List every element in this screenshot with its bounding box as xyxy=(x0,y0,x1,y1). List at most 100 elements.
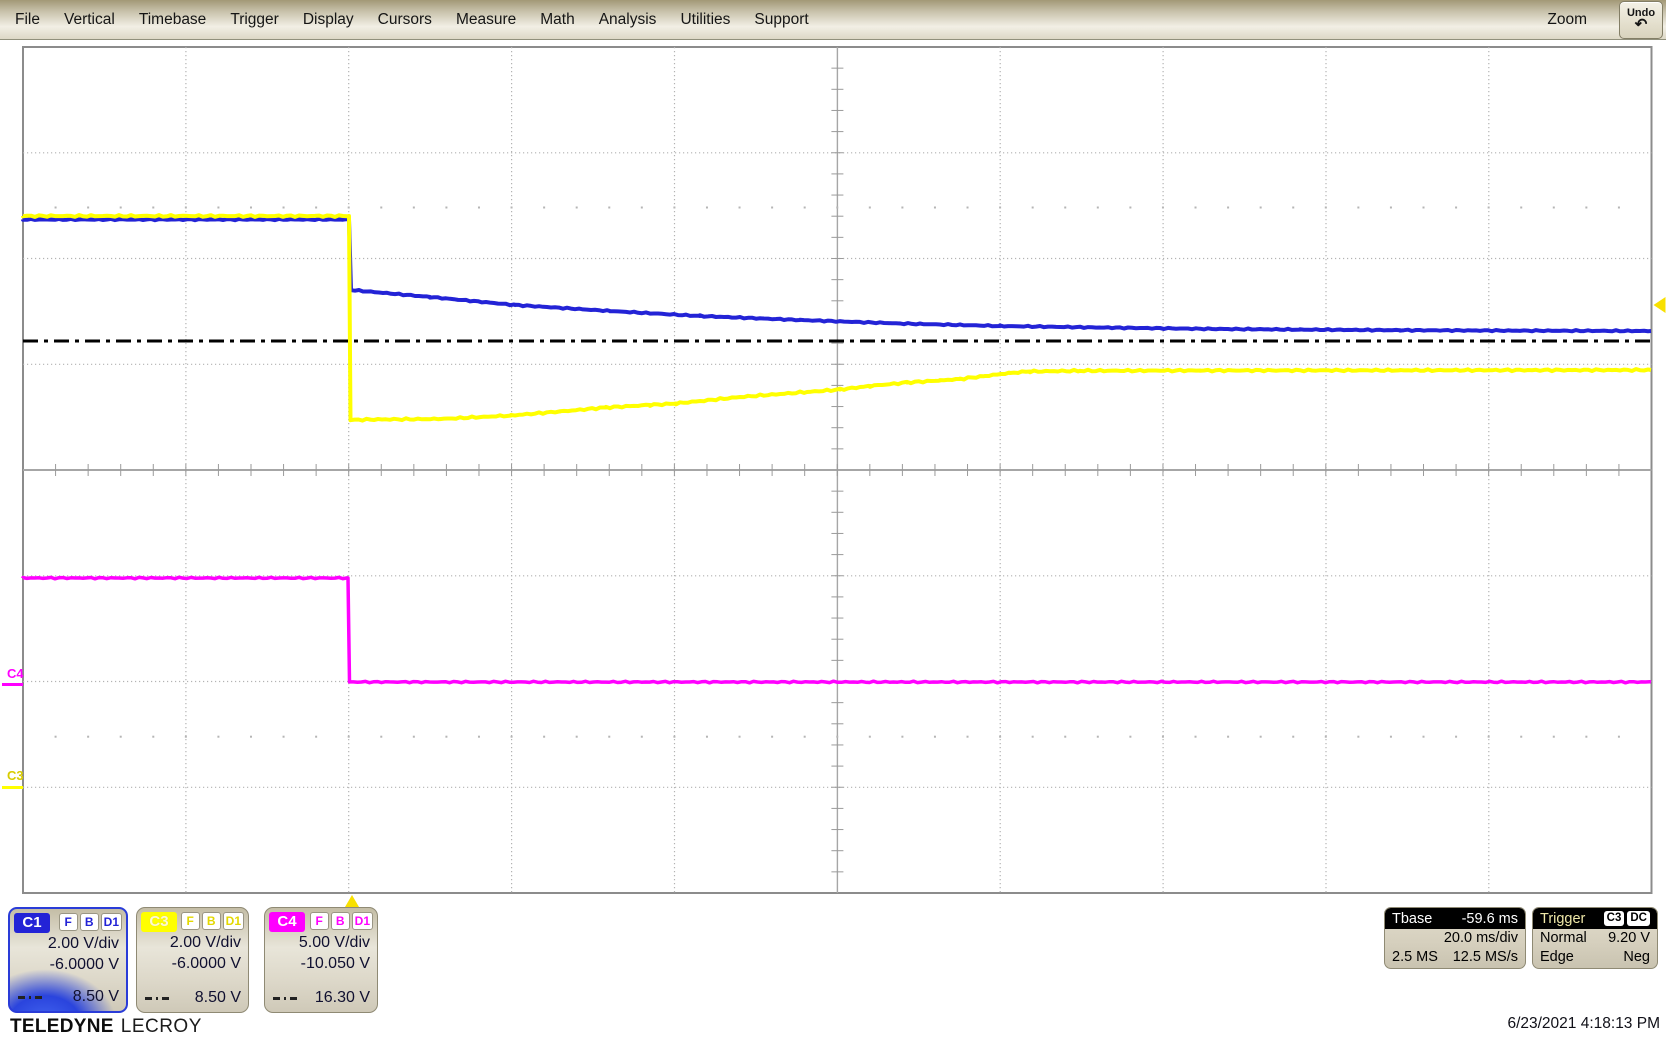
grid-minor-dot xyxy=(348,207,350,209)
c3-badge-f[interactable]: F xyxy=(181,912,200,930)
grid-minor-dot xyxy=(869,736,871,738)
c3-vdiv-value: 2.00 V/div xyxy=(137,932,248,953)
brand-lecroy: LECROY xyxy=(121,1016,202,1037)
grid-minor-dot xyxy=(1260,207,1262,209)
c3-badge-d1[interactable]: D1 xyxy=(223,912,244,930)
c3-cursor-readout: 8.50 V xyxy=(195,989,241,1007)
timebase-sample-rate: 12.5 MS/s xyxy=(1453,948,1518,967)
c4-badge-d1[interactable]: D1 xyxy=(352,912,373,930)
grid-minor-dot xyxy=(1520,736,1522,738)
grid-minor-dot xyxy=(511,736,513,738)
grid-minor-dot xyxy=(934,736,936,738)
grid-minor-dot xyxy=(152,736,154,738)
grid-minor-dot xyxy=(1455,207,1457,209)
c3-offset-value: -6.0000 V xyxy=(137,953,248,974)
grid-minor-dot xyxy=(901,736,903,738)
timestamp: 6/23/2021 4:18:13 PM xyxy=(1507,1015,1660,1033)
grid-minor-dot xyxy=(445,736,447,738)
grid-minor-dot xyxy=(1585,736,1587,738)
teledyne-lecroy-logo: TELEDYNE LECROY xyxy=(10,1016,202,1038)
c4-id-badge[interactable]: C4 xyxy=(269,912,305,932)
timebase-descriptor[interactable]: Tbase -59.6 ms 20.0 ms/div 2.5 MS 12.5 M… xyxy=(1384,907,1526,969)
grid-minor-dot xyxy=(315,207,317,209)
c1-badge-d1[interactable]: D1 xyxy=(101,913,122,931)
c4-zero-tick xyxy=(2,683,23,686)
grid-minor-dot xyxy=(1162,736,1164,738)
trigger-time-marker[interactable] xyxy=(345,895,359,907)
grid-minor-dot xyxy=(967,207,969,209)
trigger-descriptor[interactable]: Trigger C3 DC Normal 9.20 V Edge Neg xyxy=(1532,907,1658,969)
c1-cursor-readout: 8.50 V xyxy=(73,988,119,1006)
c1-badge-f[interactable]: F xyxy=(59,913,78,931)
grid-minor-dot xyxy=(1227,736,1229,738)
grid-minor-dot xyxy=(511,207,513,209)
grid-minor-dot xyxy=(1488,207,1490,209)
c1-badge-b[interactable]: B xyxy=(80,913,99,931)
waveform-display[interactable] xyxy=(0,0,1666,1041)
brand-teledyne: TELEDYNE xyxy=(10,1016,114,1037)
c1-vdiv-value: 2.00 V/div xyxy=(10,933,126,954)
c3-badge-b[interactable]: B xyxy=(202,912,221,930)
grid-minor-dot xyxy=(478,207,480,209)
c3-id-badge[interactable]: C3 xyxy=(141,912,177,932)
grid-minor-dot xyxy=(576,207,578,209)
grid-minor-dot xyxy=(869,207,871,209)
grid-minor-dot xyxy=(967,736,969,738)
grid-minor-dot xyxy=(576,736,578,738)
grid-minor-dot xyxy=(1162,207,1164,209)
timebase-label: Tbase xyxy=(1392,911,1432,927)
grid-minor-dot xyxy=(1064,207,1066,209)
grid-minor-dot xyxy=(771,736,773,738)
grid-minor-dot xyxy=(804,207,806,209)
c4-badge-b[interactable]: B xyxy=(331,912,350,930)
trigger-coupling-badge[interactable]: DC xyxy=(1627,911,1650,926)
grid-minor-dot xyxy=(1488,736,1490,738)
c1-header: C1 F B D1 xyxy=(10,909,126,933)
grid-minor-dot xyxy=(87,736,89,738)
c3-cursor-style-icon xyxy=(145,997,171,1000)
grid-minor-dot xyxy=(608,736,610,738)
grid-minor-dot xyxy=(1292,207,1294,209)
channel-descriptor-c1[interactable]: C1 F B D1 2.00 V/div -6.0000 V 8.50 V xyxy=(8,907,128,1013)
c3-zero-level-marker[interactable]: C3 xyxy=(7,770,24,782)
grid-minor-dot xyxy=(1423,736,1425,738)
trigger-label: Trigger xyxy=(1540,911,1585,927)
grid-minor-dot xyxy=(217,736,219,738)
grid-minor-dot xyxy=(185,207,187,209)
grid-minor-dot xyxy=(1553,736,1555,738)
trigger-slope: Neg xyxy=(1623,948,1650,967)
grid-minor-dot xyxy=(1260,736,1262,738)
grid-minor-dot xyxy=(250,736,252,738)
c4-zero-level-marker[interactable]: C4 xyxy=(7,668,24,680)
trigger-level-marker[interactable] xyxy=(1654,297,1666,313)
timebase-delay: -59.6 ms xyxy=(1462,911,1518,927)
grid-minor-dot xyxy=(55,207,57,209)
c4-offset-value: -10.050 V xyxy=(265,953,377,974)
grid-minor-dot xyxy=(1390,207,1392,209)
channel-descriptor-c4[interactable]: C4 F B D1 5.00 V/div -10.050 V 16.30 V xyxy=(264,907,378,1013)
c4-badge-f[interactable]: F xyxy=(310,912,329,930)
c3-zero-tick xyxy=(2,786,23,789)
grid-minor-dot xyxy=(1292,736,1294,738)
trigger-source-badge[interactable]: C3 xyxy=(1604,911,1625,926)
grid-minor-dot xyxy=(739,736,741,738)
grid-minor-dot xyxy=(1032,736,1034,738)
grid-minor-dot xyxy=(771,207,773,209)
grid-minor-dot xyxy=(1618,207,1620,209)
grid-minor-dot xyxy=(641,736,643,738)
grid-minor-dot xyxy=(836,207,838,209)
grid-minor-dot xyxy=(1097,207,1099,209)
grid-minor-dot xyxy=(706,207,708,209)
grid-minor-dot xyxy=(706,736,708,738)
grid-minor-dot xyxy=(120,207,122,209)
grid-minor-dot xyxy=(120,736,122,738)
c1-id-badge[interactable]: C1 xyxy=(14,913,50,933)
grid-minor-dot xyxy=(1195,736,1197,738)
trigger-mode: Normal xyxy=(1540,929,1587,948)
grid-minor-dot xyxy=(1423,207,1425,209)
channel-descriptor-c3[interactable]: C3 F B D1 2.00 V/div -6.0000 V 8.50 V xyxy=(136,907,249,1013)
grid-minor-dot xyxy=(739,207,741,209)
grid-minor-dot xyxy=(478,736,480,738)
grid-minor-dot xyxy=(1325,207,1327,209)
trigger-level: 9.20 V xyxy=(1608,929,1650,948)
